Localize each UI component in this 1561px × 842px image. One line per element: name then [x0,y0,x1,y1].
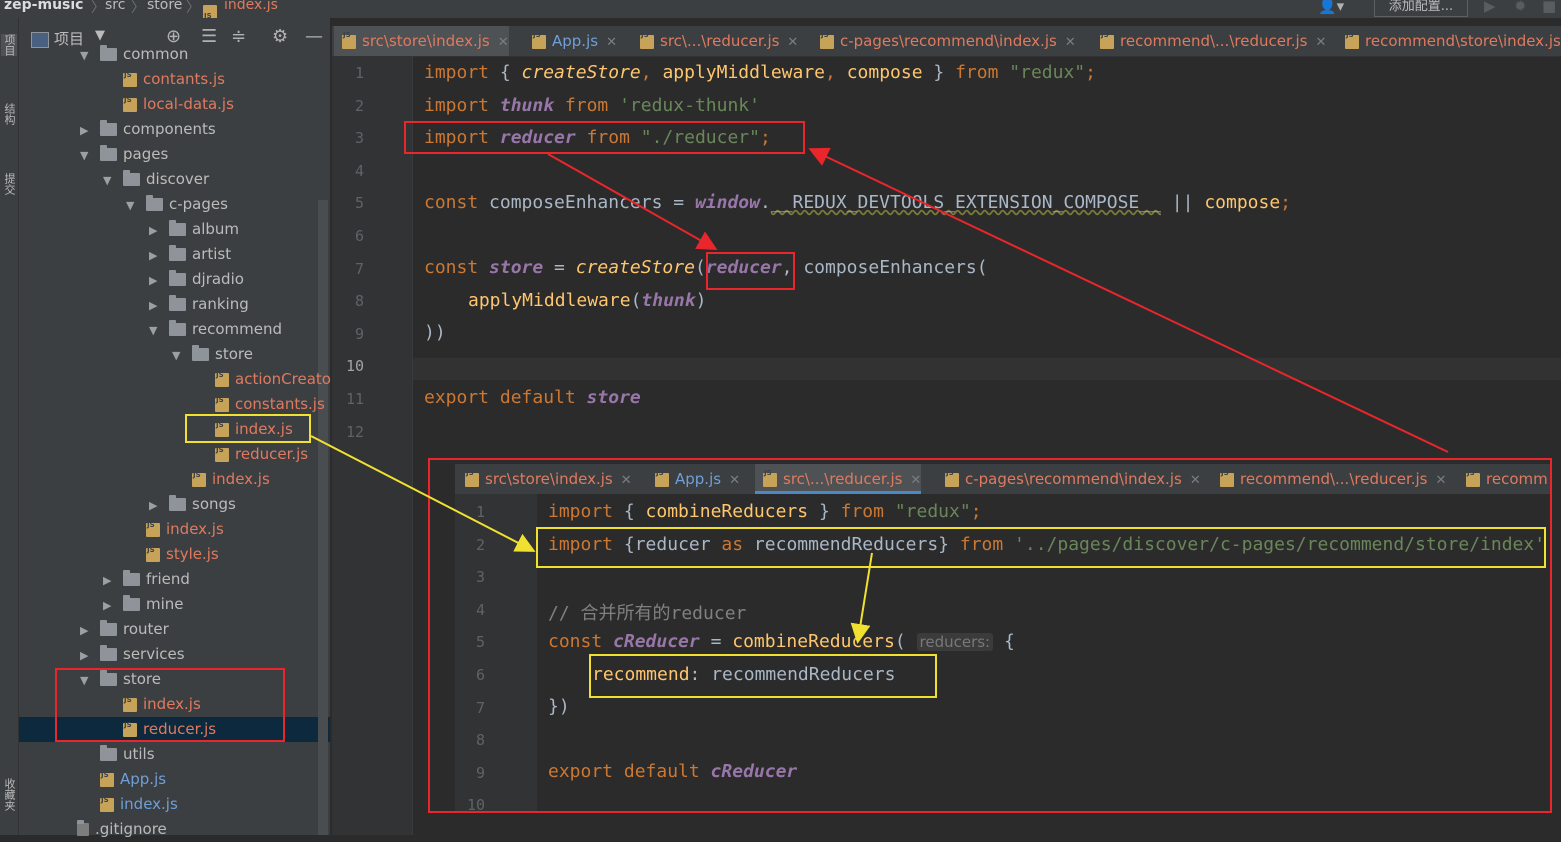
arrow-import-to-key [850,552,873,644]
arrow-inset-to-import [808,147,1449,453]
annotation-arrows [310,147,1449,644]
arrow-index-to-import-line [310,435,536,552]
arrow-import-to-arg [547,153,718,250]
